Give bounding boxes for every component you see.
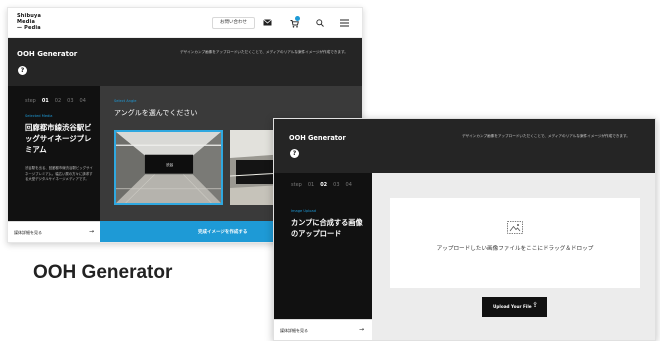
step-indicator: step 01 02 03 04: [291, 182, 352, 188]
section-kicker: Select Angle: [114, 99, 137, 103]
step-prefix: step: [291, 182, 302, 188]
image-placeholder-icon: [507, 221, 523, 234]
upload-file-button[interactable]: Upload Your File ⇪: [482, 297, 547, 317]
cart-icon[interactable]: [287, 16, 301, 30]
step-sidebar: step 01 02 03 04 Selected Media 回廊都市線渋谷駅…: [8, 86, 100, 242]
create-image-label: 完成イメージを作成する: [198, 230, 248, 235]
step-01: 01: [41, 98, 49, 104]
help-icon[interactable]: ?: [18, 66, 27, 75]
step-sidebar: step 01 02 03 04 Image Upload カンプに合成する画像…: [274, 173, 372, 340]
caption-title: OOH Generator: [33, 262, 173, 283]
upload-panel: アップロードしたい画像ファイルをここにドラッグ＆ドロップ Upload Your…: [372, 173, 655, 340]
hero-banner: OOH Generator ? デザインカンプ画像をアップロードいただくことで、…: [274, 119, 655, 173]
media-title: 回廊都市線渋谷駅ビッグサイネージプレミアム: [25, 123, 92, 154]
screen-step2-upload: OOH Generator ? デザインカンプ画像をアップロードいただくことで、…: [273, 118, 656, 341]
page-title: OOH Generator: [17, 50, 78, 58]
step-kicker: Selected Media: [25, 114, 53, 118]
upload-file-label: Upload Your File: [493, 304, 532, 309]
media-description: 渋谷駅を出る、回廊都市線渋谷駅ビッグサイネージプレミアム。幅広い層の方々に訴求す…: [25, 166, 93, 181]
upload-icon: ⇪: [532, 301, 538, 309]
file-dropzone[interactable]: アップロードしたい画像ファイルをここにドラッグ＆ドロップ: [390, 198, 640, 288]
step-02: 02: [320, 182, 328, 188]
media-detail-link[interactable]: 媒体詳細を見る →: [274, 319, 372, 340]
search-icon[interactable]: [313, 16, 327, 30]
step-02: 02: [54, 98, 62, 104]
help-icon[interactable]: ?: [290, 149, 299, 158]
step-03: 03: [67, 98, 74, 104]
step-indicator: step 01 02 03 04: [25, 98, 86, 104]
arrow-right-icon: →: [358, 326, 364, 333]
step-04: 04: [345, 182, 352, 188]
page-title: OOH Generator: [289, 134, 346, 142]
step-title: カンプに合成する画像のアップロード: [291, 218, 363, 238]
section-heading: アングルを選んでください: [114, 109, 198, 117]
step-kicker: Image Upload: [291, 209, 316, 213]
step-prefix: step: [25, 98, 36, 104]
menu-icon[interactable]: [337, 16, 351, 30]
site-header: Shibuya Media — Pedia お問い合わせ: [8, 8, 362, 38]
hero-description: デザインカンプ画像をアップロードいただくことで、メディアのリアルな案件イメージが…: [180, 50, 348, 54]
arrow-right-icon: →: [88, 228, 94, 235]
site-logo[interactable]: Shibuya Media — Pedia: [17, 13, 41, 31]
angle-option-1[interactable]: 渋谷: [114, 130, 223, 205]
step-04: 04: [79, 98, 86, 104]
mail-icon[interactable]: [260, 16, 274, 30]
media-detail-link[interactable]: 媒体詳細を見る →: [8, 221, 100, 242]
media-detail-label: 媒体詳細を見る: [14, 230, 42, 235]
logo-line: — Pedia: [17, 25, 41, 31]
contact-button[interactable]: お問い合わせ: [212, 17, 255, 29]
cart-badge: [295, 16, 300, 21]
step-01: 01: [307, 182, 315, 188]
hero-description: デザインカンプ画像をアップロードいただくことで、メディアのリアルな案件イメージが…: [462, 134, 630, 138]
signage-label: 渋谷: [166, 163, 174, 167]
step-03: 03: [333, 182, 340, 188]
hero-banner: OOH Generator ? デザインカンプ画像をアップロードいただくことで、…: [8, 38, 362, 86]
media-detail-label: 媒体詳細を見る: [280, 328, 308, 333]
dropzone-text: アップロードしたい画像ファイルをここにドラッグ＆ドロップ: [436, 246, 594, 252]
